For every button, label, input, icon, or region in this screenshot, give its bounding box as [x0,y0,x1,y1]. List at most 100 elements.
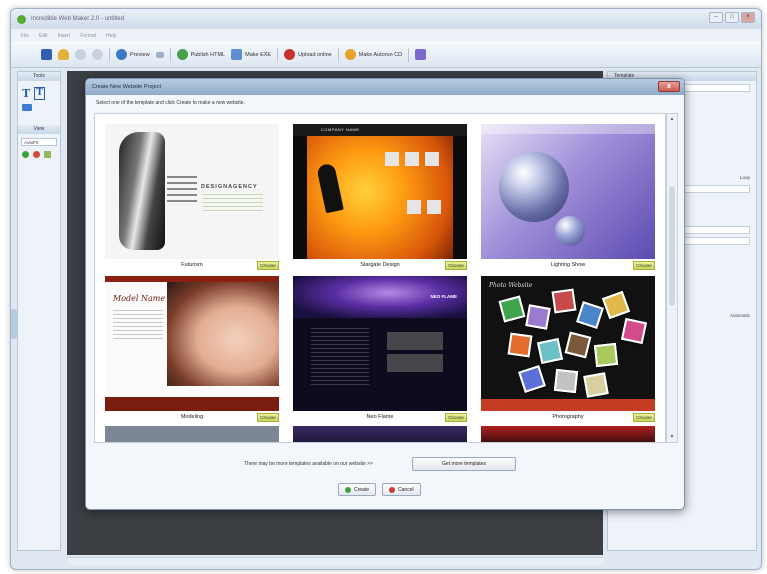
choose-button[interactable]: Choose [257,261,279,270]
template-tile-modeling[interactable]: Model Name Modeling Choose [105,276,279,425]
menu-bar: File Edit Insert Format Help [11,29,761,42]
redo-button[interactable] [92,49,103,60]
template-thumb[interactable]: DESIGNAGENCY [105,124,279,259]
more-templates-text: There may be more templates available on… [244,461,373,467]
choose-button[interactable]: Choose [445,413,467,422]
cancel-button[interactable]: Cancel [382,483,421,496]
menu-file[interactable]: File [21,33,29,39]
undo-icon [75,49,86,60]
save-button[interactable] [41,49,52,60]
zoom-out-icon[interactable] [33,151,40,158]
publish-html-label: Publish HTML [190,51,226,58]
preview-label: Preview [130,51,150,58]
horizontal-scrollbar[interactable] [67,557,603,565]
toolbar: Preview Publish HTML Make EXE Upload onl… [11,42,761,68]
template-gallery: DESIGNAGENCY Futurism Choose COMPANY NAM… [94,113,666,443]
template-tile-photography[interactable]: Photo Website Photography Choose [481,276,655,425]
app-icon [17,14,26,24]
scroll-thumb[interactable] [669,186,675,306]
template-label: Neo Flame [366,414,394,420]
template-tile-stargate[interactable]: COMPANY NAME Stargate Design Choose [293,124,467,273]
save-icon [41,49,52,60]
stargate-header: COMPANY NAME [293,124,467,136]
modeling-script: Model Name [113,294,166,303]
scroll-up-icon[interactable]: ▲ [667,116,677,122]
preview-button[interactable]: Preview [116,49,150,60]
template-label: Stargate Design [360,262,400,268]
brush-button[interactable] [58,49,69,60]
gallery-scrollbar[interactable]: ▲ ▼ [666,113,678,443]
choose-button[interactable]: Choose [633,413,655,422]
template-tile-peek[interactable] [105,426,279,442]
text-box-tool-icon[interactable]: T [34,87,45,100]
globe-icon [176,49,188,60]
dialog-close-button[interactable]: x [658,81,680,92]
template-tile-peek[interactable] [293,426,467,442]
eye-icon [116,49,127,60]
template-thumb[interactable]: Model Name [105,276,279,411]
template-tile-futurism[interactable]: DESIGNAGENCY Futurism Choose [105,124,279,273]
neo-title: NEO FLAME [430,294,458,299]
upload-online-label: Upload online [298,51,332,58]
make-exe-label: Make EXE [245,51,272,58]
maximize-button[interactable]: □ [725,12,739,23]
make-exe-button[interactable]: Make EXE [231,49,271,60]
template-tile-peek[interactable] [481,426,655,442]
check-icon [345,486,351,493]
text-tool-icon[interactable]: T [22,87,30,100]
tools-header: Tools [18,72,60,81]
menu-format[interactable]: Format [80,33,96,39]
menu-edit[interactable]: Edit [39,33,48,39]
autofit-select[interactable]: AutoFit [21,138,57,146]
dialog-title-bar: Create New Website Project x [86,79,684,95]
template-thumb[interactable]: COMPANY NAME [293,124,467,259]
dialog-instruction: Select one of the template and click Cre… [96,100,245,106]
menu-insert[interactable]: Insert [58,33,71,39]
template-tile-neo[interactable]: NEO FLAME Neo Flame Choose [293,276,467,425]
choose-button[interactable]: Choose [633,261,655,270]
template-thumb[interactable] [481,124,655,259]
template-label: Photography [552,414,584,420]
zoom-in-icon[interactable] [22,151,29,158]
upload-icon [284,49,296,60]
make-autorun-button[interactable]: Make Autorun CD [344,49,402,60]
minimize-button[interactable]: – [709,12,723,23]
fit-icon[interactable] [44,151,51,158]
tools-panel: Tools T T View AutoFit [17,71,61,551]
panel-grip[interactable] [11,309,17,339]
futurism-brand: DESIGNAGENCY [201,184,258,190]
publish-html-button[interactable]: Publish HTML [176,49,226,60]
upload-online-button[interactable]: Upload online [284,49,332,60]
image-tool-icon[interactable] [22,104,32,111]
preview-options-button[interactable] [155,51,164,58]
dialog-actions: Create Cancel [338,483,421,496]
template-label: Lighting Show [550,262,586,268]
dialog-title: Create New Website Project [92,84,161,90]
view-header: View [18,125,60,134]
cancel-label: Cancel [398,486,414,493]
template-tile-lighting[interactable]: Lighting Show Choose [481,124,655,273]
cd-icon [344,49,356,60]
template-label: Modeling [180,414,204,420]
template-thumb[interactable]: Photo Website [481,276,655,411]
title-bar: Incredible Web Maker 2.0 - untitled – □ … [11,9,761,29]
help-button[interactable] [415,49,427,60]
window-title: Incredible Web Maker 2.0 - untitled [31,16,124,22]
get-more-templates-button[interactable]: Get more templates [412,457,516,471]
book-icon [415,49,427,60]
undo-button[interactable] [75,49,86,60]
choose-button[interactable]: Choose [445,261,467,270]
create-button[interactable]: Create [338,483,377,496]
scroll-down-icon[interactable]: ▼ [667,434,677,440]
template-label: Futurism [181,262,203,268]
template-thumb[interactable]: NEO FLAME [293,276,467,411]
new-project-dialog: Create New Website Project x Select one … [85,78,685,510]
create-label: Create [354,486,370,493]
choose-button[interactable]: Choose [257,413,279,422]
monitor-icon [231,49,243,60]
arrow-icon [155,51,164,58]
close-window-button[interactable]: × [741,12,755,23]
brush-icon [58,49,69,60]
menu-help[interactable]: Help [106,33,116,39]
cancel-icon [389,486,396,493]
